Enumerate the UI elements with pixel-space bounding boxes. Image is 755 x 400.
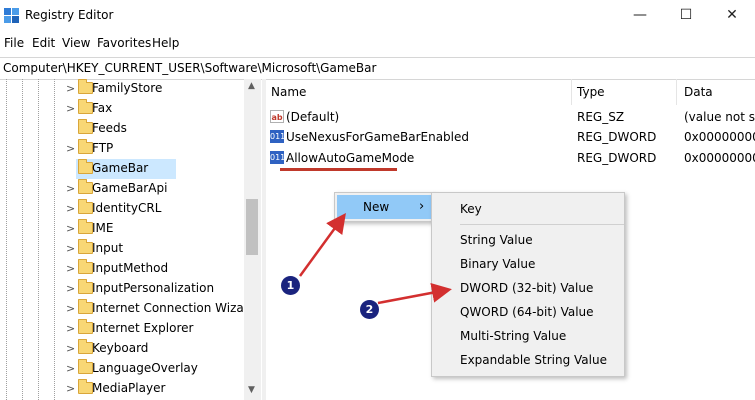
annotation-arrows [298, 212, 452, 305]
arrow-to-new [298, 212, 346, 277]
arrow-to-dword [377, 282, 452, 305]
step-badge-1: 1 [281, 276, 300, 295]
step-badge-2: 2 [360, 300, 379, 319]
